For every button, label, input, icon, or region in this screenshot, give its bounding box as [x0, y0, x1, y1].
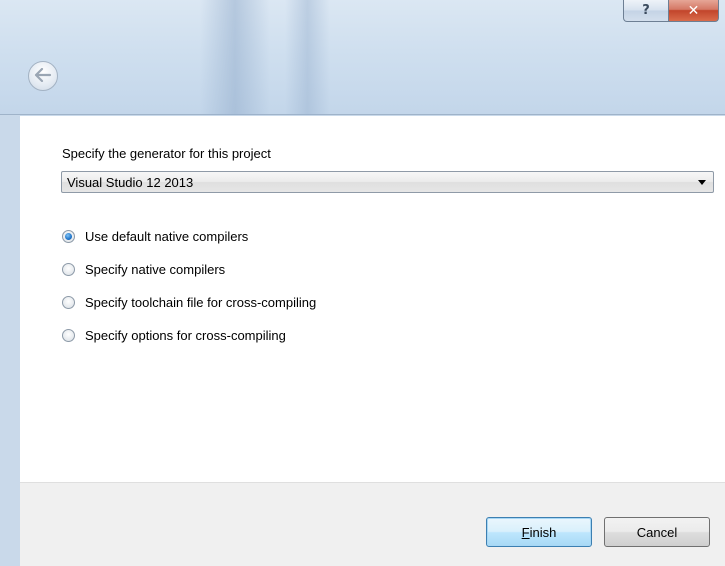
finish-button[interactable]: Finish — [486, 517, 592, 547]
radio-label: Specify native compilers — [85, 262, 226, 277]
radio-specify-toolchain-file[interactable]: Specify toolchain file for cross-compili… — [62, 286, 316, 319]
radio-button-checked[interactable] — [62, 230, 75, 243]
glass-highlight — [200, 0, 270, 115]
cancel-button[interactable]: Cancel — [604, 517, 710, 547]
radio-button[interactable] — [62, 296, 75, 309]
button-bar: Finish Cancel — [20, 482, 725, 566]
caption-buttons: ? ✕ — [623, 0, 719, 22]
radio-specify-cross-compile-options[interactable]: Specify options for cross-compiling — [62, 319, 316, 352]
cmake-wizard-window: ? ✕ Specify the generator for this proje… — [0, 0, 725, 566]
help-button[interactable]: ? — [623, 0, 669, 22]
generator-selected-value: Visual Studio 12 2013 — [67, 174, 194, 190]
back-arrow-icon — [34, 67, 52, 86]
finish-mnemonic: F — [521, 524, 530, 540]
finish-label: inish — [529, 524, 557, 540]
generator-dropdown[interactable]: Visual Studio 12 2013 — [61, 171, 714, 193]
radio-specify-native-compilers[interactable]: Specify native compilers — [62, 253, 316, 286]
close-button[interactable]: ✕ — [669, 0, 719, 22]
chevron-down-icon — [698, 180, 706, 185]
radio-label: Use default native compilers — [85, 229, 249, 244]
radio-label: Specify options for cross-compiling — [85, 328, 286, 343]
wizard-page: Specify the generator for this project V… — [20, 116, 725, 482]
radio-use-default-compilers[interactable]: Use default native compilers — [62, 220, 316, 253]
title-bar: ? ✕ — [0, 0, 725, 115]
radio-label: Specify toolchain file for cross-compili… — [85, 295, 317, 310]
generator-label: Specify the generator for this project — [62, 146, 271, 161]
glass-highlight — [285, 0, 330, 115]
radio-button[interactable] — [62, 263, 75, 276]
back-button[interactable] — [28, 61, 58, 91]
radio-button[interactable] — [62, 329, 75, 342]
compiler-options: Use default native compilers Specify nat… — [62, 220, 316, 352]
